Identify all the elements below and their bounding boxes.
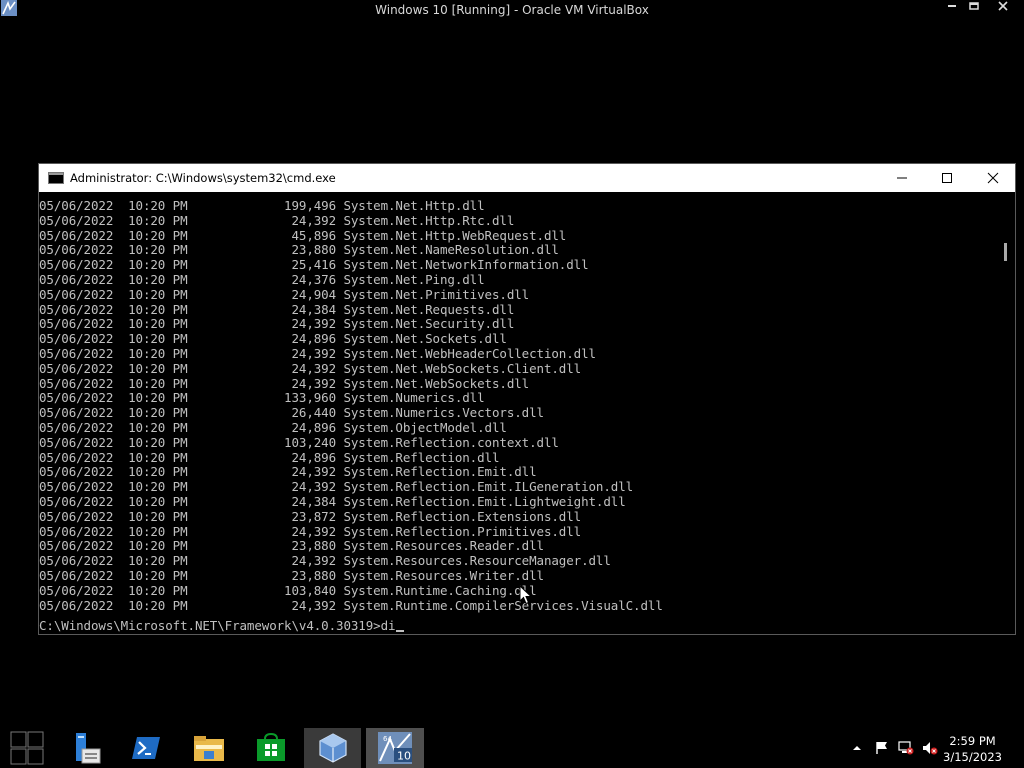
start-icon	[10, 731, 44, 765]
listing-row: 05/06/2022 10:20 PM 24,392 System.Net.Ht…	[39, 212, 515, 228]
cmd-minimize-button[interactable]	[879, 164, 925, 192]
listing-row: 05/06/2022 10:20 PM 24,896 System.Object…	[39, 420, 507, 435]
listing-row: 05/06/2022 10:20 PM 24,392 System.Net.We…	[39, 375, 530, 391]
text-cursor	[396, 630, 405, 632]
taskbar-vm-windows10[interactable]: 64 10	[366, 728, 424, 768]
listing-row: 05/06/2022 10:20 PM 24,392 System.Resour…	[39, 553, 611, 569]
maximize-icon	[942, 173, 952, 183]
listing-row: 05/06/2022 10:20 PM 23,880 System.Net.Na…	[39, 242, 559, 258]
vbox-title-bar: Windows 10 [Running] - Oracle VM Virtual…	[0, 0, 1024, 20]
virtualbox-icon	[318, 733, 347, 763]
listing-row: 05/06/2022 10:20 PM 24,384 System.Reflec…	[39, 494, 626, 509]
action-center-button[interactable]	[872, 728, 892, 768]
vm-windows10-icon: 64 10	[378, 732, 412, 764]
taskbar-server-manager[interactable]	[61, 728, 109, 768]
taskbar-file-explorer[interactable]	[184, 728, 234, 768]
restore-icon[interactable]	[966, 1, 982, 15]
listing-row: 05/06/2022 10:20 PM 24,376 System.Net.Pi…	[39, 272, 485, 287]
start-button[interactable]	[8, 728, 46, 768]
console-output[interactable]: 05/06/2022 10:20 PM 199,496 System.Net.H…	[39, 193, 999, 634]
listing-row: 05/06/2022 10:20 PM 24,392 System.Net.We…	[39, 360, 582, 376]
vm-arch-badge: 64	[383, 735, 392, 743]
close-icon[interactable]	[995, 1, 1011, 15]
listing-row: 05/06/2022 10:20 PM 24,384 System.Net.Re…	[39, 301, 515, 317]
file-explorer-icon	[194, 736, 224, 761]
listing-row: 05/06/2022 10:20 PM 23,880 System.Resour…	[39, 538, 544, 554]
minimize-icon[interactable]	[944, 1, 960, 15]
mouse-pointer-icon	[519, 585, 532, 605]
listing-row: 05/06/2022 10:20 PM 199,496 System.Net.H…	[39, 198, 485, 213]
vbox-window-title: Windows 10 [Running] - Oracle VM Virtual…	[375, 3, 649, 17]
show-hidden-icons-button[interactable]	[848, 728, 866, 768]
listing-row: 05/06/2022 10:20 PM 24,392 System.Reflec…	[39, 479, 634, 495]
console-scrollbar[interactable]	[998, 193, 1015, 634]
cmd-icon	[48, 172, 64, 184]
listing-row: 05/06/2022 10:20 PM 24,392 System.Runtim…	[39, 597, 663, 613]
taskbar-virtualbox[interactable]	[304, 728, 361, 768]
cmd-close-button[interactable]	[970, 164, 1016, 192]
minimize-icon	[897, 177, 907, 179]
cmd-maximize-button[interactable]	[924, 164, 970, 192]
close-icon	[987, 172, 999, 184]
cmd-window-title: Administrator: C:\Windows\system32\cmd.e…	[70, 171, 336, 185]
volume-button[interactable]	[920, 728, 940, 768]
listing-row: 05/06/2022 10:20 PM 24,392 System.Reflec…	[39, 464, 537, 480]
taskbar-clock[interactable]: 2:59 PM 3/15/2023	[943, 733, 1002, 765]
listing-row: 05/06/2022 10:20 PM 133,960 System.Numer…	[39, 390, 485, 406]
cmd-window[interactable]: Administrator: C:\Windows\system32\cmd.e…	[38, 163, 1016, 635]
cmd-title-bar[interactable]: Administrator: C:\Windows\system32\cmd.e…	[39, 164, 1015, 192]
show-hidden-icons-icon	[853, 746, 861, 750]
listing-row: 05/06/2022 10:20 PM 24,392 System.Net.We…	[39, 346, 596, 361]
store-icon	[257, 733, 285, 761]
powershell-icon	[132, 737, 160, 759]
listing-row: 05/06/2022 10:20 PM 24,392 System.Net.Se…	[39, 316, 515, 332]
vm-version-badge: 10	[397, 750, 411, 763]
taskbar-store[interactable]	[247, 728, 295, 768]
server-manager-icon	[76, 733, 101, 764]
listing-row: 05/06/2022 10:20 PM 45,896 System.Net.Ht…	[39, 227, 567, 243]
listing-row: 05/06/2022 10:20 PM 24,392 System.Reflec…	[39, 523, 582, 539]
listing-row: 05/06/2022 10:20 PM 103,240 System.Refle…	[39, 434, 559, 450]
clock-time: 2:59 PM	[949, 734, 996, 748]
listing-row: 05/06/2022 10:20 PM 24,896 System.Reflec…	[39, 449, 500, 465]
listing-row: 05/06/2022 10:20 PM 23,872 System.Reflec…	[39, 508, 582, 524]
prompt-path: C:\Windows\Microsoft.NET\Framework\v4.0.…	[39, 618, 381, 633]
listing-row: 05/06/2022 10:20 PM 26,440 System.Numeri…	[39, 405, 544, 421]
taskbar: 64 10 2:59 PM 3/15/2023	[0, 728, 1024, 768]
network-button[interactable]	[896, 728, 916, 768]
listing-row: 05/06/2022 10:20 PM 25,416 System.Net.Ne…	[39, 257, 589, 273]
taskbar-powershell[interactable]	[122, 728, 170, 768]
prompt-line[interactable]: C:\Windows\Microsoft.NET\Framework\v4.0.…	[39, 618, 405, 634]
listing-row: 05/06/2022 10:20 PM 103,840 System.Runti…	[39, 582, 537, 598]
listing-row: 05/06/2022 10:20 PM 24,904 System.Net.Pr…	[39, 286, 530, 302]
network-icon	[898, 741, 914, 755]
typed-command: di	[380, 618, 396, 633]
clock-date: 3/15/2023	[943, 750, 1002, 764]
action-center-flag-icon	[876, 742, 887, 754]
listing-row: 05/06/2022 10:20 PM 23,880 System.Resour…	[39, 568, 544, 583]
scrollbar-thumb[interactable]	[1004, 243, 1007, 261]
listing-row: 05/06/2022 10:20 PM 24,896 System.Net.So…	[39, 331, 507, 347]
volume-muted-icon	[923, 742, 938, 755]
